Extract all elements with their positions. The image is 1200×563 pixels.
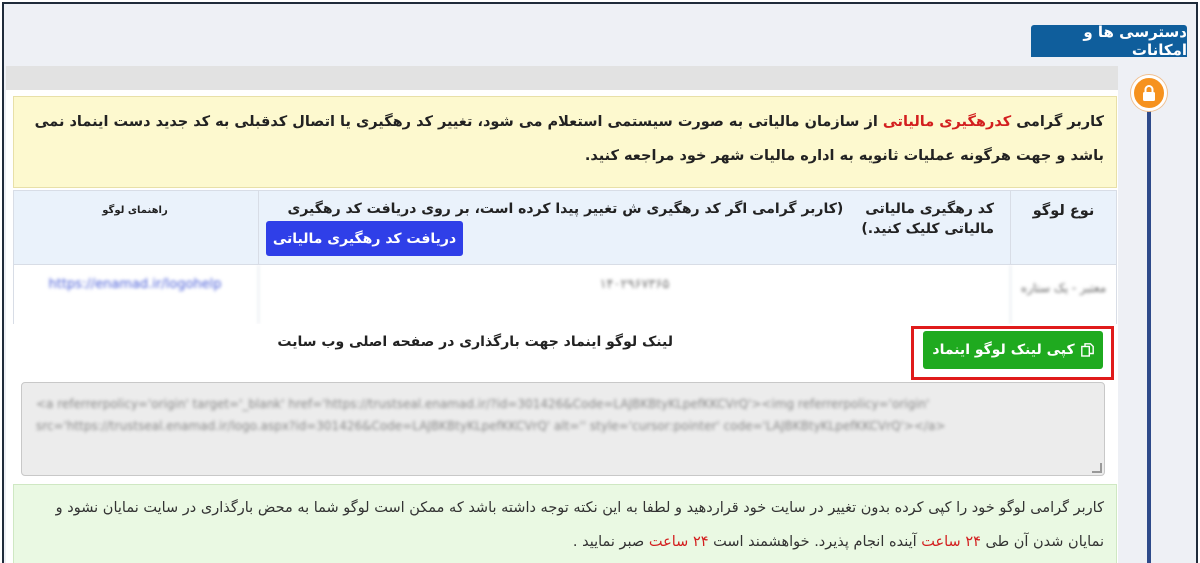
copy-icon	[1080, 343, 1094, 357]
header-tax-code-label: کد رهگیری مالیاتی	[865, 201, 994, 217]
logo-embed-code-text: <a referrerpolicy='origin' target='_blan…	[36, 397, 946, 433]
logo-embed-code[interactable]: <a referrerpolicy='origin' target='_blan…	[21, 382, 1105, 476]
warning-prefix: کاربر گرامی	[1016, 114, 1104, 130]
tax-code-value: ۱۴۰۲۹۶۷۳۶۵	[258, 265, 1010, 324]
table-row: معتبر - یک ستاره ۱۴۰۲۹۶۷۳۶۵ https://enam…	[14, 265, 1116, 325]
note-part-2: آینده انجام پذیرد. خواهشمند است	[713, 534, 917, 550]
logo-table: نوع لوگو کد رهگیری مالیاتی(کاربر گرامی ا…	[13, 190, 1117, 326]
logo-display-note: کاربر گرامی لوگو خود را کپی کرده بدون تغ…	[13, 484, 1117, 563]
note-hours-1: ۲۴ ساعت	[921, 534, 981, 550]
tax-code-warning: کاربر گرامی کدرهگیری مالیاتی از سازمان م…	[13, 96, 1117, 188]
panel-header-bar	[6, 66, 1118, 90]
content-panel: کاربر گرامی کدرهگیری مالیاتی از سازمان م…	[6, 66, 1118, 563]
copy-logo-link-button[interactable]: کپی لینک لوگو اینماد	[923, 331, 1103, 369]
lock-icon-glyph	[1143, 85, 1155, 101]
warning-highlight: کدرهگیری مالیاتی	[882, 114, 1012, 130]
guide-link[interactable]: https://enamad.ir/logohelp	[12, 265, 258, 324]
header-guide: راهنمای لوگو	[102, 205, 168, 216]
copy-logo-row: لینک لوگو اینماد جهت بارگذاری در صفحه اص…	[13, 324, 1117, 380]
note-hours-2: ۲۴ ساعت	[648, 534, 709, 550]
copy-logo-link-label: کپی لینک لوگو اینماد	[932, 342, 1075, 358]
note-part-3: صبر نمایید .	[572, 534, 645, 550]
copy-logo-label: لینک لوگو اینماد جهت بارگذاری در صفحه اص…	[277, 334, 673, 350]
header-logo-type: نوع لوگو	[1010, 191, 1116, 264]
section-title: دسترسی ها و امکانات	[1031, 23, 1187, 59]
timeline-rail	[1128, 56, 1196, 563]
table-header-row: نوع لوگو کد رهگیری مالیاتی(کاربر گرامی ا…	[14, 191, 1116, 265]
timeline-line	[1147, 88, 1151, 563]
resize-handle-icon[interactable]	[1092, 463, 1102, 473]
logo-type-value: معتبر - یک ستاره	[1010, 265, 1116, 324]
lock-icon	[1131, 75, 1167, 111]
get-tax-code-button[interactable]: دریافت کد رهگیری مالیاتی	[266, 221, 463, 256]
